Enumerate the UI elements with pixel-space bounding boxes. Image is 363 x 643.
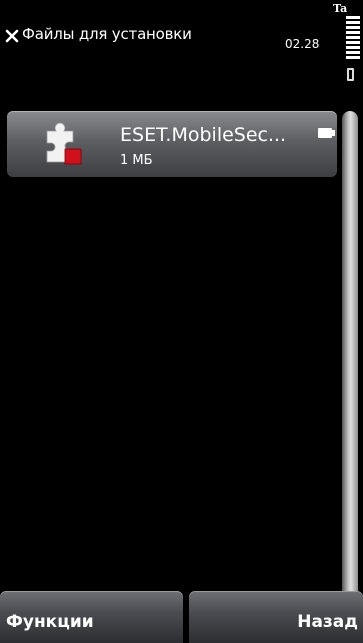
status-bar: Файлы для установки 02.28 Ta (0, 0, 363, 92)
operator-indicator: Ta (333, 2, 348, 15)
list-item[interactable]: ESET.MobileSec... 1 МБ (7, 111, 337, 177)
puzzle-icon (46, 122, 82, 165)
page-title: Файлы для установки (22, 25, 192, 43)
memory-card-icon (318, 128, 335, 138)
options-softkey-label: Функции (6, 612, 94, 632)
clock: 02.28 (285, 37, 320, 51)
item-name: ESET.MobileSec... (120, 124, 287, 146)
battery-icon (347, 68, 354, 81)
options-softkey[interactable]: Функции (0, 591, 183, 643)
signal-icon (344, 16, 360, 62)
scroll-thumb[interactable] (342, 111, 358, 601)
item-size: 1 МБ (120, 153, 153, 168)
back-softkey-label: Назад (297, 612, 358, 632)
file-list: ESET.MobileSec... 1 МБ (0, 111, 340, 591)
installer-screen: Файлы для установки 02.28 Ta ESET.Mobile… (0, 0, 363, 643)
close-icon[interactable] (5, 29, 19, 43)
scrollbar[interactable] (342, 111, 359, 601)
back-softkey[interactable]: Назад (189, 591, 363, 643)
